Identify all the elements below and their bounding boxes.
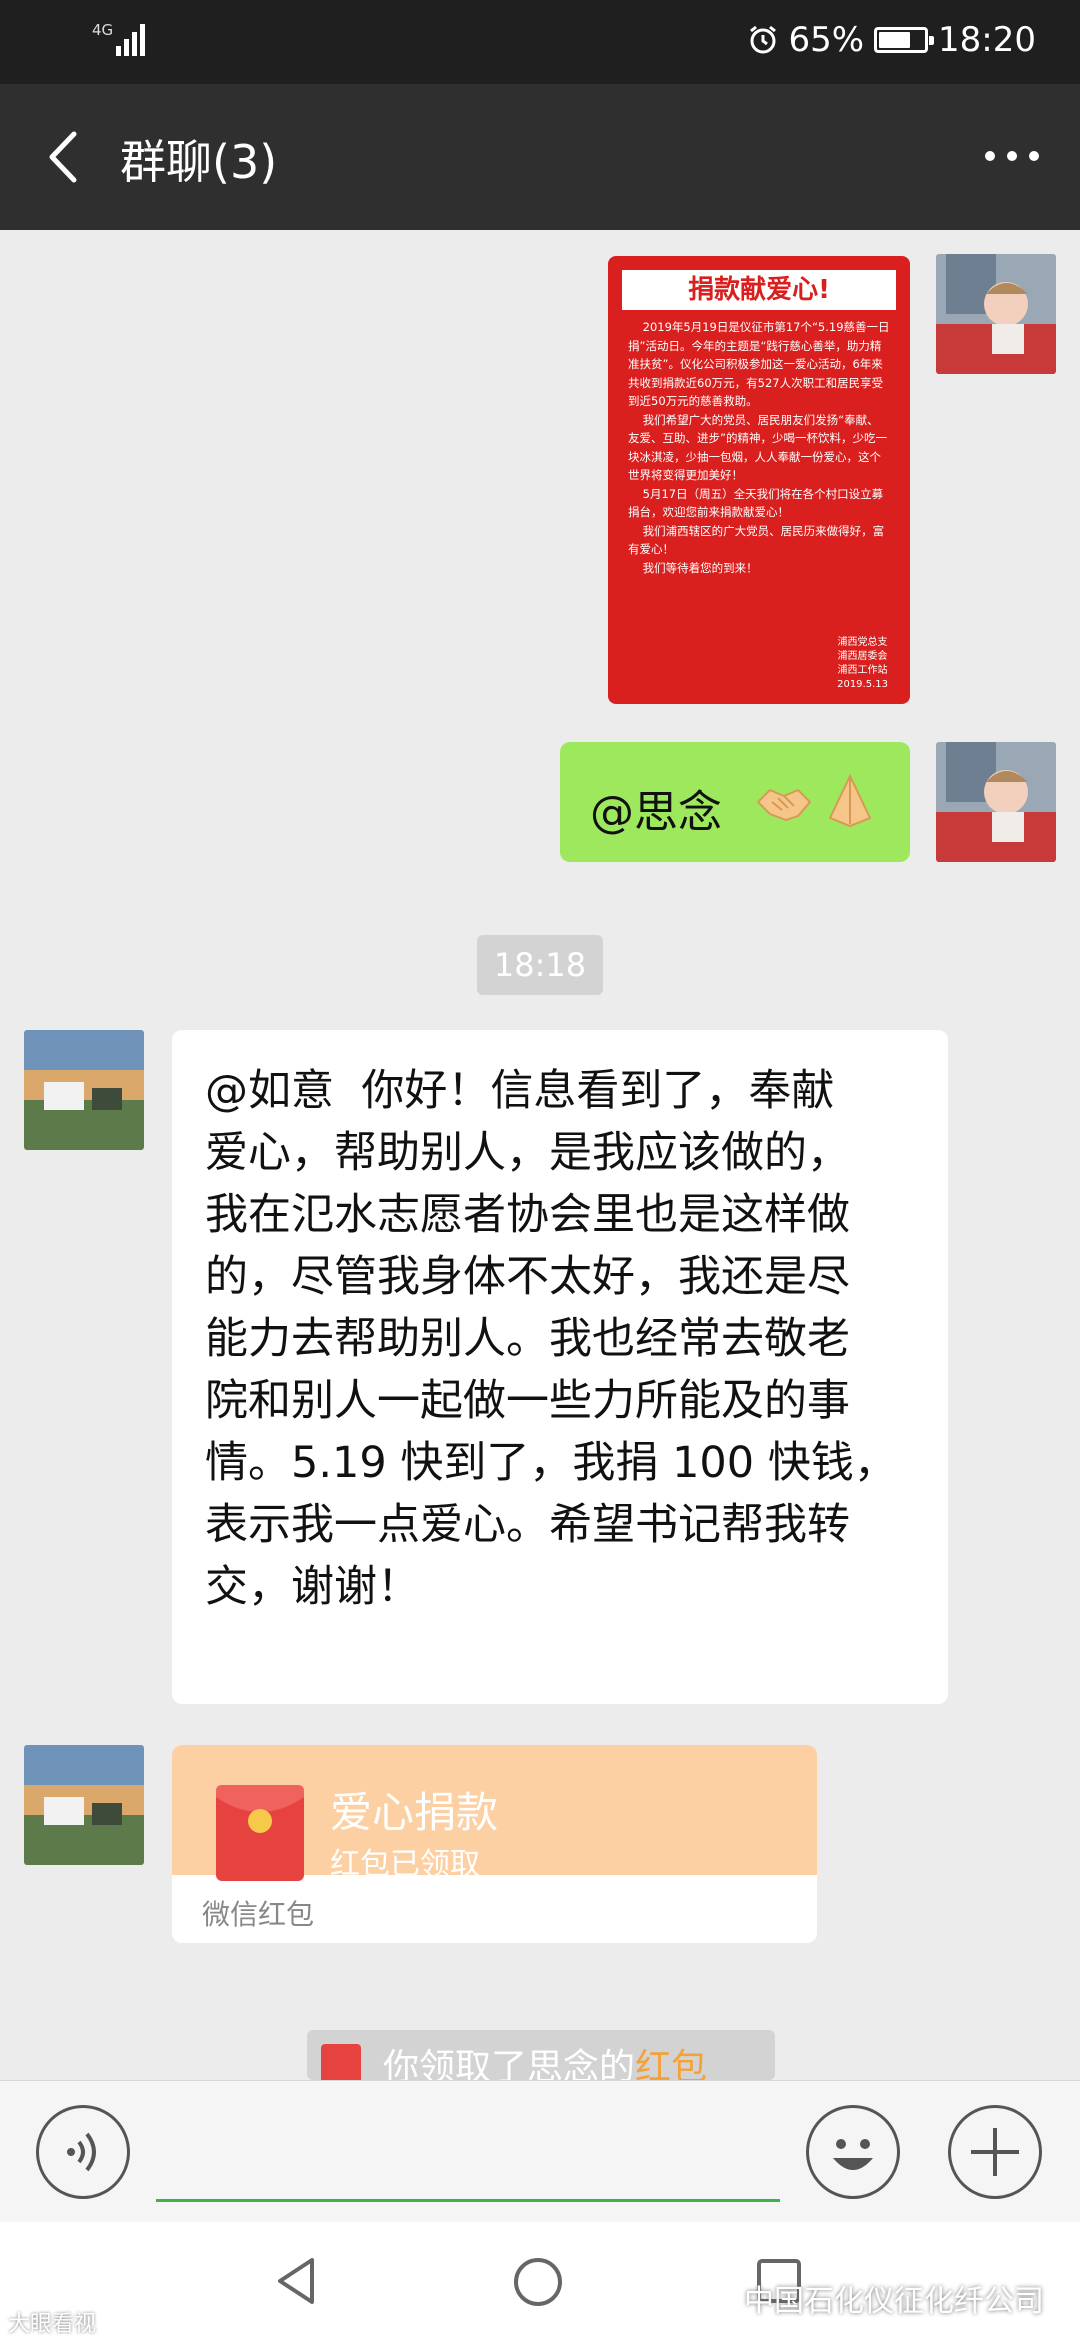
poster-image[interactable]: 捐款献爱心! 2019年5月19日是仪征市第17个“5.19慈善一日捐”活动日。… [608,256,910,704]
red-packet-status: 红包已领取 [330,1847,480,1882]
handshake-emoji-icon [756,788,812,822]
contact-avatar[interactable] [24,1030,144,1150]
input-bar [0,2080,1080,2222]
nav-home-icon[interactable] [512,2256,564,2308]
plus-button[interactable] [948,2105,1042,2199]
chat-header: 群聊(3) [0,84,1080,230]
system-message: 你领取了思念的红包 [307,2030,775,2080]
my-avatar[interactable] [936,742,1056,862]
poster-signature: 浦西党总支 浦西居委会 浦西工作站 2019.5.13 [837,637,888,690]
system-message-text: 你领取了思念的红包 [383,2038,707,2080]
more-icon[interactable] [980,136,1044,176]
outgoing-message-bubble[interactable]: @思念 [560,742,910,862]
battery-percent: 65% [788,20,865,60]
poster-heading: 捐款献爱心! [622,270,896,310]
voice-button[interactable] [36,2105,130,2199]
incoming-message-text: @如意 你好！信息看到了，奉献 爱心，帮助别人，是我应该做的， 我在氾水志愿者协… [205,1066,897,1612]
back-arrow-icon[interactable] [34,124,94,190]
plus-icon [971,2128,1019,2176]
red-packet-footer: 微信红包 [202,1898,315,1931]
chat-title: 群聊(3) [120,135,278,189]
emoji-button[interactable] [806,2105,900,2199]
red-packet-message[interactable]: 爱心捐款 红包已领取 微信红包 [172,1745,817,1943]
red-packet-title: 爱心捐款 [330,1788,499,1837]
mention-text: @思念 [590,787,722,838]
praying-hands-emoji-icon [828,774,872,828]
chat-area[interactable]: 捐款献爱心! 2019年5月19日是仪征市第17个“5.19慈善一日捐”活动日。… [0,230,1080,2080]
red-envelope-icon [216,1785,304,1881]
message-input[interactable] [156,2199,780,2202]
clock: 18:20 [938,20,1036,60]
signal-icon [116,24,145,56]
voice-icon [67,2132,96,2172]
emoji-icon [833,2139,873,2170]
poster-body: 2019年5月19日是仪征市第17个“5.19慈善一日捐”活动日。今年的主题是“… [628,320,890,575]
battery-icon [874,27,935,53]
alarm-icon [750,25,777,54]
status-bar: 4G 65% 18:20 [0,0,1080,84]
red-packet-link[interactable]: 红包 [635,2047,707,2080]
network-type: 4G [92,21,114,39]
watermark-right: 中国石化仪征化纤公司 [744,2284,1044,2319]
status-right: 65% 18:20 [748,20,1036,60]
my-avatar[interactable] [936,254,1056,374]
watermark-left: 大眼看视 [8,2312,97,2337]
timestamp-chip: 18:18 [477,935,603,995]
contact-avatar[interactable] [24,1745,144,1865]
system-message-prefix: 你领取了思念的 [383,2047,636,2080]
red-envelope-icon [321,2044,361,2080]
nav-back-icon[interactable] [272,2256,322,2306]
battery-fill [879,32,911,48]
